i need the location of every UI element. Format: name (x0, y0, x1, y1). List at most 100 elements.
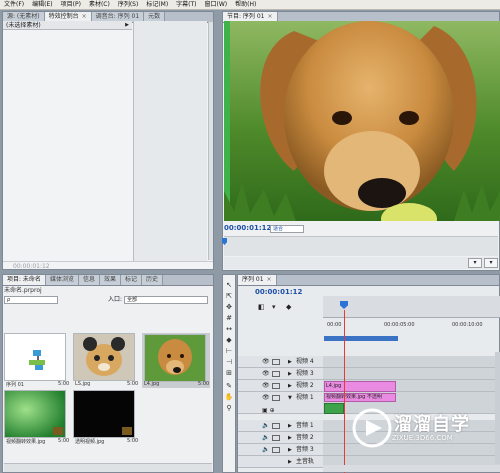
rolling-edit-tool-icon[interactable]: # (224, 314, 234, 323)
track-header-audio1[interactable]: 🔈 ▶ 音频 1 (238, 420, 323, 432)
tab-project-5[interactable]: 历史 (142, 275, 164, 285)
track-lane-video4[interactable] (323, 356, 500, 368)
hand-tool-icon[interactable]: ✋ (224, 393, 234, 402)
sequence-icon (29, 350, 45, 370)
track-lane-video3[interactable] (323, 368, 500, 380)
pen-tool-icon[interactable]: ✎ (224, 382, 234, 391)
project-tabbar: 项目: 未命名 媒体浏览 信息 效果 标记 历史 (3, 275, 213, 286)
tab-label: 特效控制台 (48, 13, 79, 20)
dog-thumbnail (144, 334, 206, 382)
work-area-bar[interactable] (324, 336, 398, 341)
program-timecode: 00:00:01:12 (224, 224, 272, 232)
speaker-icon[interactable]: 🔈 (262, 447, 269, 453)
eye-icon[interactable]: 👁 (262, 359, 270, 365)
entry-select[interactable]: 全部 (124, 296, 208, 304)
playhead-line (344, 310, 345, 473)
menu-item[interactable]: 序列(S) (114, 0, 143, 10)
slide-tool-2-icon[interactable]: ⊞ (224, 369, 234, 378)
lock-icon[interactable] (272, 371, 280, 377)
track-header-audio3[interactable]: 🔈 ▶ 音频 3 (238, 444, 323, 456)
project-item[interactable]: 序列 01 5:00 (4, 333, 70, 388)
cat-thumbnail (73, 333, 135, 381)
track-header-video4[interactable]: 👁 ▶ 视频 4 (238, 356, 323, 368)
program-time-ruler[interactable] (224, 236, 498, 256)
menu-item[interactable]: 标记(M) (142, 0, 172, 10)
marker-icon[interactable]: ▾ (272, 303, 276, 311)
tab-project-2[interactable]: 信息 (78, 275, 100, 285)
item-label: 透明视频.jpg (75, 439, 105, 445)
clip-l4[interactable]: L4.jpg (324, 381, 396, 392)
menu-item[interactable]: 帮助(H) (231, 0, 260, 10)
menu-item[interactable]: 素材(C) (85, 0, 114, 10)
selection-tool-icon[interactable]: ↖ (224, 281, 234, 290)
twirl-arrow-icon[interactable]: ▼ (288, 392, 292, 404)
project-item[interactable]: 透明视频.jpg 5:00 (73, 390, 139, 445)
keyframe-icon[interactable]: ◆ (286, 303, 291, 311)
track-header-video2[interactable]: 👁 ▶ 视频 2 (238, 380, 323, 392)
track-header-master[interactable]: ▶ 主音轨 (238, 456, 323, 468)
menu-item[interactable]: 项目(P) (57, 0, 85, 10)
ruler-label: 00:00:10:00 (452, 322, 483, 328)
lock-icon[interactable] (272, 359, 280, 365)
menu-item[interactable]: 编辑(E) (28, 0, 56, 10)
twirl-arrow-icon[interactable]: ▶ (288, 380, 292, 392)
track-header-audio2[interactable]: 🔈 ▶ 音频 2 (238, 432, 323, 444)
track-header-video3[interactable]: 👁 ▶ 视频 3 (238, 368, 323, 380)
menu-item[interactable]: 文件(F) (0, 0, 28, 10)
speaker-icon[interactable]: 🔈 (262, 435, 269, 441)
menu-item[interactable]: 字幕(T) (172, 0, 200, 10)
play-icon: ▾ (473, 259, 477, 266)
zoom-tool-icon[interactable]: ⚲ (224, 404, 234, 413)
tab-label: 信息 (82, 276, 95, 283)
keyframe-toggle-icon[interactable]: ▣ ⊕ (262, 405, 275, 417)
ripple-edit-tool-icon[interactable]: ✥ (224, 303, 234, 312)
fit-select[interactable]: 适合 (270, 225, 304, 233)
clip-flip-effect[interactable]: 视频翻转效果.jpg 不透明 (324, 393, 396, 402)
twirl-arrow-icon[interactable]: ▶ (288, 420, 292, 432)
track-select-tool-icon[interactable]: ⇱ (224, 292, 234, 301)
track-header-video1[interactable]: 👁 ▼ 视频 1 ▣ ⊕ (238, 392, 323, 414)
lock-icon[interactable] (272, 447, 280, 453)
tab-sequence[interactable]: 序列 01 × (238, 275, 277, 285)
project-item[interactable]: LS.jpg 5:00 (73, 333, 139, 388)
close-icon[interactable]: × (267, 275, 272, 285)
effect-controls-scrollbar[interactable] (208, 22, 213, 260)
slip-tool-icon[interactable]: ⊢ (224, 347, 234, 356)
twirl-arrow-icon[interactable]: ▶ (288, 444, 292, 456)
lock-icon[interactable] (272, 435, 280, 441)
tab-sequence-label: 序列 01 (242, 276, 264, 283)
timeline-ruler[interactable] (323, 296, 500, 318)
project-item[interactable]: 视频翻转效果.jpg 5:00 (4, 390, 70, 445)
menu-item[interactable]: 窗口(W) (201, 0, 232, 10)
settings-button[interactable]: ▾ (484, 258, 498, 268)
project-search-input[interactable]: ρ (4, 296, 58, 304)
twirl-arrow-icon[interactable]: ▶ (288, 456, 292, 468)
opacity-badge[interactable]: 不透明 (367, 394, 382, 400)
twirl-arrow-icon[interactable]: ▶ (288, 356, 292, 368)
program-controls (224, 257, 498, 269)
razor-tool-icon[interactable]: ◆ (224, 336, 234, 345)
cat-image (74, 334, 134, 380)
tab-project-4[interactable]: 标记 (120, 275, 142, 285)
tab-label: 效果 (103, 276, 116, 283)
snap-icon[interactable]: ◧ (258, 303, 265, 311)
expand-arrow-icon[interactable]: ▶ (125, 21, 129, 30)
project-item-selected[interactable]: L4.jpg 5:00 (142, 333, 210, 388)
eye-icon[interactable]: 👁 (262, 395, 270, 401)
speaker-icon[interactable]: 🔈 (262, 423, 269, 429)
twirl-arrow-icon[interactable]: ▶ (288, 432, 292, 444)
tab-project-0[interactable]: 项目: 未命名 (3, 275, 46, 285)
lock-icon[interactable] (272, 395, 280, 401)
twirl-arrow-icon[interactable]: ▶ (288, 368, 292, 380)
timeline-horizontal-scrollbar[interactable] (323, 465, 500, 472)
play-button[interactable]: ▾ (468, 258, 482, 268)
eye-icon[interactable]: 👁 (262, 371, 270, 377)
rate-stretch-tool-icon[interactable]: ↔ (224, 325, 234, 334)
clip-selector[interactable]: (未选择素材) ▶ (3, 21, 132, 30)
tab-project-3[interactable]: 效果 (99, 275, 121, 285)
eye-icon[interactable]: 👁 (262, 383, 270, 389)
lock-icon[interactable] (272, 383, 280, 389)
lock-icon[interactable] (272, 423, 280, 429)
tab-project-1[interactable]: 媒体浏览 (45, 275, 79, 285)
slide-tool-icon[interactable]: ⊣ (224, 358, 234, 367)
